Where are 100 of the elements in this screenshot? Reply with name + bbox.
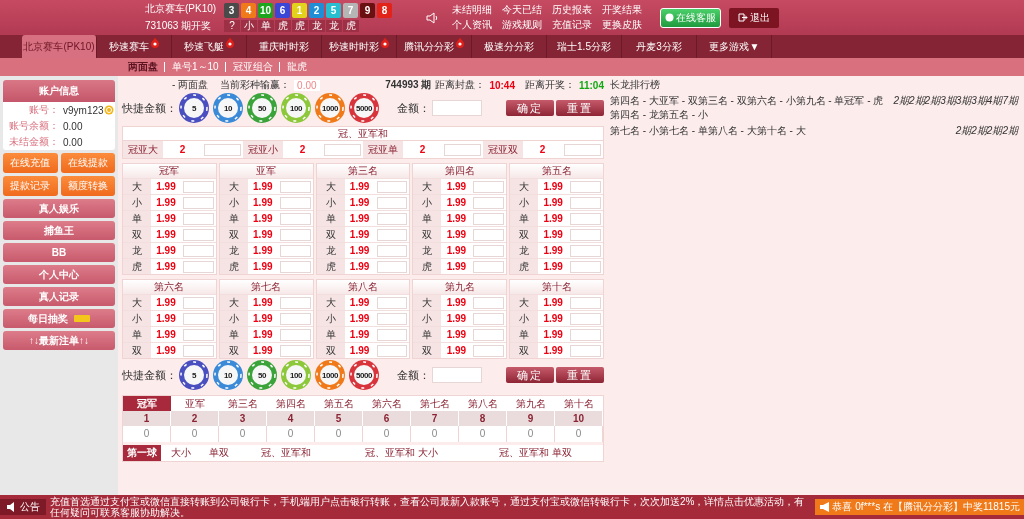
input-field[interactable] — [279, 344, 311, 357]
stat-tab[interactable]: 单双 — [199, 445, 239, 461]
game-tab[interactable]: 北京赛车(PK10) — [22, 35, 97, 58]
input-field[interactable] — [183, 228, 214, 241]
chip-button[interactable]: 100 — [281, 360, 311, 390]
header-link[interactable]: 更换皮肤 — [602, 18, 643, 32]
header-link[interactable]: 充值记录 — [552, 18, 593, 32]
input-field[interactable] — [473, 196, 505, 209]
chip-button[interactable]: 5 — [179, 360, 209, 390]
reset-button[interactable]: 重置 — [556, 100, 604, 116]
input-field[interactable] — [183, 244, 214, 257]
input-field[interactable] — [570, 212, 601, 225]
input-field[interactable] — [376, 312, 408, 325]
rank-tab[interactable]: 亚军 — [171, 396, 219, 411]
stat-tab[interactable]: 第一球 — [123, 445, 162, 461]
input-field[interactable] — [183, 328, 214, 341]
header-link[interactable]: 开奖结果 — [602, 3, 643, 17]
header-link[interactable]: 历史报表 — [552, 3, 593, 17]
input-field[interactable] — [324, 143, 361, 156]
stat-tab[interactable]: 大小 — [161, 445, 200, 461]
input-field[interactable] — [570, 328, 601, 341]
stat-tab[interactable]: 冠、亚军和 — [238, 445, 335, 461]
input-field[interactable] — [376, 260, 408, 273]
input-field[interactable] — [376, 212, 408, 225]
input-field[interactable] — [279, 180, 311, 193]
input-field[interactable] — [279, 260, 311, 273]
sub-tab[interactable]: 两面盘 — [128, 62, 158, 72]
input-field[interactable] — [279, 228, 311, 241]
input-field[interactable] — [570, 228, 601, 241]
input-field[interactable] — [564, 143, 601, 156]
input-field[interactable] — [473, 328, 505, 341]
header-link[interactable]: 未结明细 — [452, 3, 493, 17]
rank-tab[interactable]: 第八名 — [459, 396, 507, 411]
input-field[interactable] — [279, 312, 311, 325]
input-field[interactable] — [183, 180, 214, 193]
input-field[interactable] — [570, 244, 601, 257]
rank-tab[interactable]: 第四名 — [267, 396, 315, 411]
input-field[interactable] — [473, 228, 505, 241]
input-field[interactable] — [183, 312, 214, 325]
chip-button[interactable]: 100 — [281, 93, 311, 123]
confirm-button[interactable]: 确定 — [506, 100, 554, 116]
confirm-button[interactable]: 确定 — [506, 367, 554, 383]
menu-button[interactable]: 真人记录 — [3, 287, 115, 306]
chip-button[interactable]: 50 — [247, 360, 277, 390]
input-field[interactable] — [570, 296, 601, 309]
input-field[interactable] — [279, 328, 311, 341]
input-field[interactable] — [473, 260, 505, 273]
input-field[interactable] — [183, 196, 214, 209]
stat-tab[interactable]: 冠、亚军和 大小 — [334, 445, 469, 461]
rank-tab[interactable]: 第九名 — [507, 396, 555, 411]
input-field[interactable] — [570, 260, 601, 273]
rank-tab[interactable]: 第五名 — [315, 396, 363, 411]
input-field[interactable] — [432, 367, 482, 383]
chip-button[interactable]: 5 — [179, 93, 209, 123]
header-link[interactable]: 个人资讯 — [452, 18, 493, 32]
input-field[interactable] — [183, 296, 214, 309]
input-field[interactable] — [279, 196, 311, 209]
input-field[interactable] — [279, 212, 311, 225]
reset-button[interactable]: 重置 — [556, 367, 604, 383]
input-field[interactable] — [183, 260, 214, 273]
input-field[interactable] — [473, 312, 505, 325]
chip-button[interactable]: 5000 — [349, 360, 379, 390]
input-field[interactable] — [444, 143, 481, 156]
chip-button[interactable]: 10 — [213, 93, 243, 123]
input-field[interactable] — [570, 312, 601, 325]
chip-button[interactable]: 5000 — [349, 93, 379, 123]
stat-tab[interactable]: 冠、亚军和 单双 — [468, 445, 604, 461]
input-field[interactable] — [376, 328, 408, 341]
chip-button[interactable]: 50 — [247, 93, 277, 123]
rank-tab[interactable]: 第十名 — [555, 396, 603, 411]
chip-button[interactable]: 1000 — [315, 360, 345, 390]
menu-button[interactable]: 真人娱乐 — [3, 199, 115, 218]
input-field[interactable] — [376, 296, 408, 309]
rank-tab[interactable]: 第三名 — [219, 396, 267, 411]
rank-tab[interactable]: 第六名 — [363, 396, 411, 411]
input-field[interactable] — [570, 196, 601, 209]
input-field[interactable] — [376, 228, 408, 241]
input-field[interactable] — [570, 180, 601, 193]
header-link[interactable]: 今天已结 — [502, 3, 543, 17]
input-field[interactable] — [473, 212, 505, 225]
input-field[interactable] — [376, 180, 408, 193]
input-field[interactable] — [473, 244, 505, 257]
input-field[interactable] — [570, 344, 601, 357]
input-field[interactable] — [279, 296, 311, 309]
logout-button[interactable]: 退出 — [729, 7, 780, 28]
input-field[interactable] — [376, 196, 408, 209]
input-field[interactable] — [376, 244, 408, 257]
input-field[interactable] — [376, 344, 408, 357]
input-field[interactable] — [279, 244, 311, 257]
input-field[interactable] — [183, 344, 214, 357]
input-field[interactable] — [473, 344, 505, 357]
input-field[interactable] — [204, 143, 241, 156]
chip-button[interactable]: 1000 — [315, 93, 345, 123]
header-link[interactable]: 游戏规则 — [502, 18, 543, 32]
rank-tab[interactable]: 第七名 — [411, 396, 459, 411]
input-field[interactable] — [473, 180, 505, 193]
rank-tab[interactable]: 冠军 — [123, 396, 171, 411]
chip-button[interactable]: 10 — [213, 360, 243, 390]
input-field[interactable] — [473, 296, 505, 309]
input-field[interactable] — [432, 100, 482, 116]
